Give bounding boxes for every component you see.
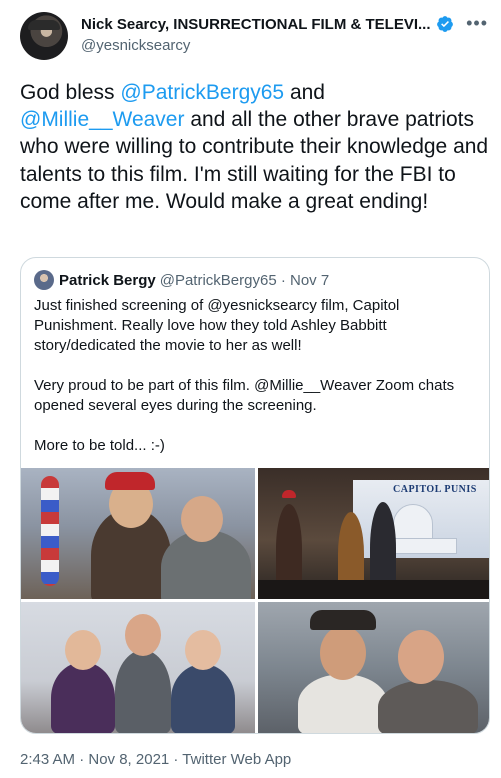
author-display-name[interactable]: Nick Searcy, INSURRECTIONAL FILM & TELEV… — [81, 16, 431, 33]
tweet-text-segment: and — [284, 81, 325, 104]
quoted-paragraph: Just finished screening of @yesnicksearc… — [34, 297, 400, 354]
verified-badge-icon — [436, 16, 453, 32]
photo-1[interactable] — [21, 468, 255, 599]
tweet-header: Nick Searcy, INSURRECTIONAL FILM & TELEV… — [20, 10, 490, 62]
mention-link-millie-weaver[interactable]: @Millie__Weaver — [20, 108, 184, 131]
author-avatar[interactable] — [20, 12, 68, 60]
quoted-tweet[interactable]: Patrick Bergy @PatrickBergy65 · Nov 7 Ju… — [20, 257, 490, 734]
media-grid: CAPITOL PUNIS — [21, 468, 489, 733]
banner-text: CAPITOL PUNIS — [393, 484, 477, 495]
tweet-text-segment: God bless — [20, 81, 121, 104]
author-name-row: Nick Searcy, INSURRECTIONAL FILM & TELEV… — [81, 14, 454, 34]
quoted-author-handle-date: @PatrickBergy65 · Nov 7 — [159, 271, 330, 289]
tweet-text: God bless @PatrickBergy65 and @Millie__W… — [20, 79, 490, 215]
quoted-tweet-text: Just finished screening of @yesnicksearc… — [34, 296, 474, 456]
quoted-tweet-header: Patrick Bergy @PatrickBergy65 · Nov 7 — [34, 270, 329, 290]
quoted-author-avatar — [34, 270, 54, 290]
balloon-column — [41, 476, 59, 586]
author-handle[interactable]: @yesnicksearcy — [81, 37, 190, 54]
photo-3[interactable] — [21, 602, 255, 733]
tweet-timestamp[interactable]: 2:43 AM · Nov 8, 2021 · Twitter Web App — [20, 751, 291, 768]
photo-4[interactable] — [258, 602, 489, 733]
photo-2[interactable]: CAPITOL PUNIS — [258, 468, 489, 599]
quoted-paragraph: Very proud to be part of this film. @Mil… — [34, 377, 455, 414]
mention-link-patrickbergy65[interactable]: @PatrickBergy65 — [120, 81, 284, 104]
quoted-author-name: Patrick Bergy — [59, 271, 156, 289]
more-options-icon[interactable]: ••• — [466, 14, 488, 32]
quoted-paragraph: More to be told... :-) — [34, 437, 165, 454]
